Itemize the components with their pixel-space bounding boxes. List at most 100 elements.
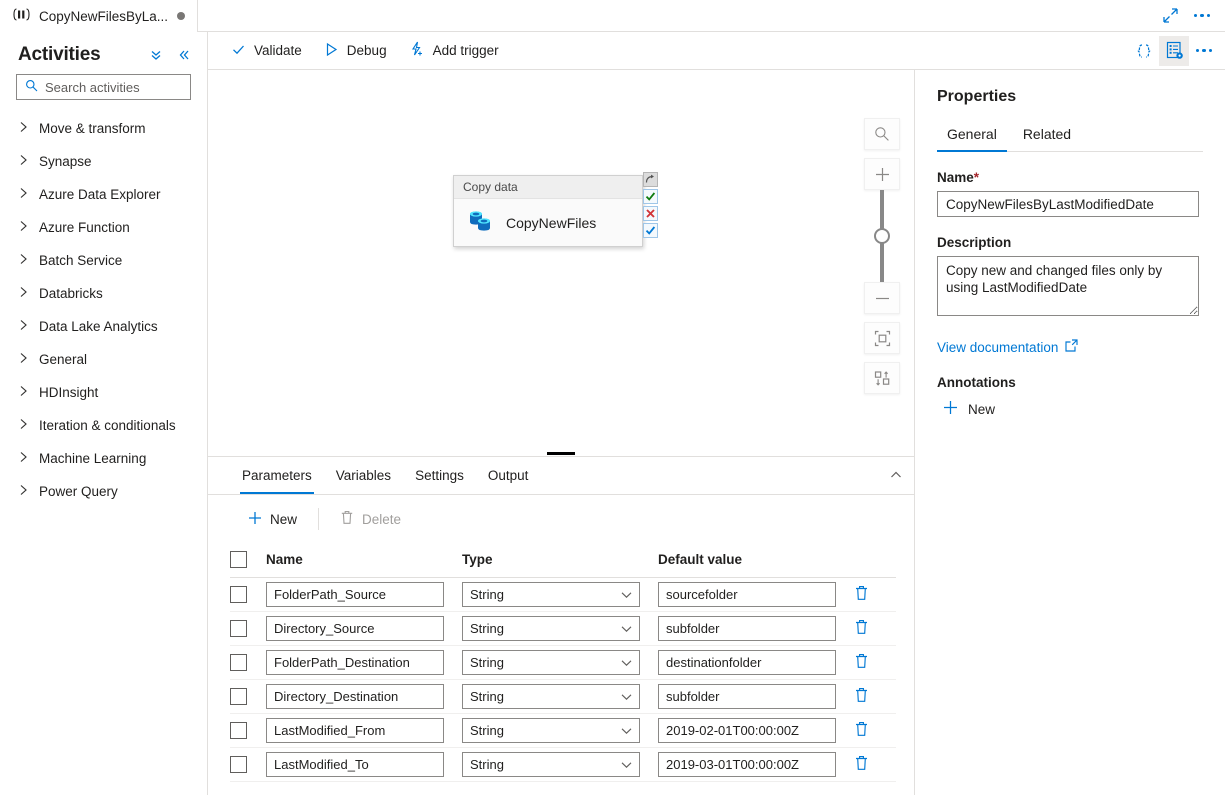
add-trigger-label: Add trigger (432, 43, 499, 58)
debug-button[interactable]: Debug (313, 36, 398, 66)
double-chevron-left-icon[interactable] (173, 44, 195, 66)
parameter-default-value-input[interactable] (658, 582, 836, 607)
activities-panel: Activities Search activities Move & tran… (0, 32, 208, 795)
completion-connector[interactable] (643, 223, 658, 238)
activity-category-synapse[interactable]: Synapse (0, 145, 207, 178)
activity-category-general[interactable]: General (0, 343, 207, 376)
plus-icon (943, 400, 958, 418)
double-chevron-down-icon[interactable] (145, 44, 167, 66)
zoom-slider-handle[interactable] (874, 228, 890, 244)
delete-row-icon[interactable] (854, 585, 869, 601)
tab-variables[interactable]: Variables (324, 456, 403, 494)
activity-category-azure-data-explorer[interactable]: Azure Data Explorer (0, 178, 207, 211)
tab-general[interactable]: General (937, 126, 1007, 152)
pipeline-canvas[interactable]: Copy data CopyNewFiles (208, 70, 914, 455)
validate-button[interactable]: Validate (220, 36, 313, 66)
chevron-right-icon (19, 154, 28, 169)
search-input[interactable] (45, 79, 182, 95)
parameter-default-value-input[interactable] (658, 650, 836, 675)
parameter-name-input[interactable] (266, 752, 444, 777)
parameters-table-head: Name Type Default value (230, 543, 896, 578)
zoom-reset-search-icon[interactable] (864, 118, 900, 150)
activity-category-azure-function[interactable]: Azure Function (0, 211, 207, 244)
parameter-type-select[interactable]: String (462, 718, 640, 743)
toolbar-more-icon[interactable] (1189, 36, 1219, 66)
parameter-default-value-input[interactable] (658, 684, 836, 709)
properties-panel-icon[interactable] (1159, 35, 1189, 66)
activity-category-label: Data Lake Analytics (39, 319, 158, 334)
delete-parameter-button[interactable]: Delete (330, 504, 411, 534)
add-trigger-button[interactable]: Add trigger (398, 36, 510, 66)
failure-connector[interactable] (643, 206, 658, 221)
row-checkbox[interactable] (230, 654, 247, 671)
splitter-handle[interactable] (547, 451, 575, 455)
delete-row-icon[interactable] (854, 687, 869, 703)
activity-category-batch-service[interactable]: Batch Service (0, 244, 207, 277)
row-checkbox[interactable] (230, 620, 247, 637)
row-type-cell: String (462, 679, 658, 714)
row-checkbox[interactable] (230, 586, 247, 603)
more-options-icon[interactable] (1187, 1, 1217, 31)
pipeline-tab[interactable]: CopyNewFilesByLa... (0, 0, 199, 32)
delete-row-icon[interactable] (854, 653, 869, 669)
delete-row-icon[interactable] (854, 721, 869, 737)
parameter-name-input[interactable] (266, 718, 444, 743)
auto-align-icon[interactable] (864, 362, 900, 394)
activity-node-copy-data[interactable]: Copy data CopyNewFiles (453, 175, 643, 247)
skip-connector[interactable] (643, 172, 658, 187)
tab-related[interactable]: Related (1013, 126, 1081, 151)
parameter-default-value-input[interactable] (658, 752, 836, 777)
tab-output[interactable]: Output (476, 456, 541, 494)
row-checkbox[interactable] (230, 756, 247, 773)
parameter-type-select[interactable]: String (462, 650, 640, 675)
row-name-cell (266, 679, 462, 714)
zoom-slider[interactable] (864, 190, 900, 282)
curly-braces-icon[interactable] (1129, 36, 1159, 66)
parameter-name-input[interactable] (266, 616, 444, 641)
chevron-right-icon (19, 418, 28, 433)
unsaved-changes-dot (177, 12, 186, 20)
activity-category-databricks[interactable]: Databricks (0, 277, 207, 310)
expand-icon[interactable] (1155, 1, 1185, 31)
table-row: String (230, 611, 896, 646)
chevron-up-icon[interactable] (878, 456, 914, 494)
parameter-default-value-input[interactable] (658, 718, 836, 743)
parameter-type-select[interactable]: String (462, 752, 640, 777)
new-annotation-button[interactable]: New (943, 400, 1203, 418)
pipeline-description-textarea[interactable] (937, 256, 1199, 316)
search-activities-wrapper (0, 74, 207, 106)
activity-category-hdinsight[interactable]: HDInsight (0, 376, 207, 409)
view-documentation-link[interactable]: View documentation (937, 339, 1078, 355)
activity-category-iteration-conditionals[interactable]: Iteration & conditionals (0, 409, 207, 442)
new-parameter-button[interactable]: New (238, 504, 307, 534)
activity-category-data-lake-analytics[interactable]: Data Lake Analytics (0, 310, 207, 343)
activity-category-label: Iteration & conditionals (39, 418, 176, 433)
select-all-checkbox[interactable] (230, 551, 247, 568)
row-checkbox[interactable] (230, 722, 247, 739)
activity-node-type-label: Copy data (454, 176, 642, 199)
tab-settings[interactable]: Settings (403, 456, 476, 494)
pipeline-name-input[interactable] (937, 191, 1199, 217)
success-connector[interactable] (643, 189, 658, 204)
parameter-type-select[interactable]: String (462, 616, 640, 641)
activity-category-machine-learning[interactable]: Machine Learning (0, 442, 207, 475)
parameter-type-select[interactable]: String (462, 582, 640, 607)
parameter-name-input[interactable] (266, 582, 444, 607)
delete-row-icon[interactable] (854, 755, 869, 771)
search-activities-box[interactable] (16, 74, 191, 100)
fit-to-screen-icon[interactable] (864, 322, 900, 354)
parameter-name-input[interactable] (266, 684, 444, 709)
zoom-in-icon[interactable] (864, 158, 900, 190)
row-delete-cell (854, 747, 896, 782)
activity-node-body: CopyNewFiles (454, 199, 642, 237)
activity-category-move-transform[interactable]: Move & transform (0, 112, 207, 145)
activity-category-power-query[interactable]: Power Query (0, 475, 207, 508)
parameter-name-input[interactable] (266, 650, 444, 675)
zoom-out-icon[interactable] (864, 282, 900, 314)
parameter-type-select[interactable]: String (462, 684, 640, 709)
row-checkbox[interactable] (230, 688, 247, 705)
delete-row-icon[interactable] (854, 619, 869, 635)
parameter-default-value-input[interactable] (658, 616, 836, 641)
tab-parameters[interactable]: Parameters (230, 456, 324, 494)
chevron-right-icon (19, 286, 28, 301)
